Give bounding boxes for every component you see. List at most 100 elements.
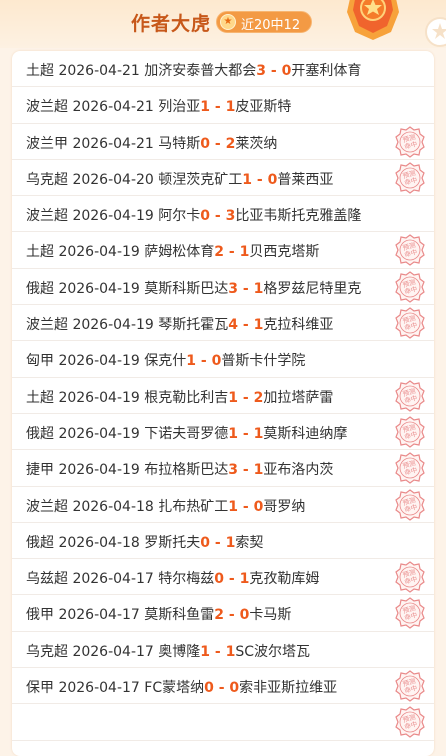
hit-stamp-icon: 预测命中 bbox=[395, 379, 425, 412]
away-team: 莫斯科迪纳摩 bbox=[263, 425, 348, 442]
away-team: 比亚韦斯托克雅盖隆 bbox=[235, 208, 362, 225]
hit-stamp-icon: 预测命中 bbox=[395, 416, 425, 448]
home-score: 2 bbox=[214, 607, 225, 624]
home-score: 3 bbox=[256, 63, 267, 79]
away-score: 1 bbox=[253, 425, 264, 442]
away-score: 1 bbox=[225, 643, 236, 660]
away-score: 1 bbox=[253, 280, 264, 297]
match-row[interactable]: 乌兹超 2026-04-17 特尔梅兹0 - 1克孜勒库姆 预测 命中 bbox=[12, 559, 434, 596]
away-team: 索契 bbox=[235, 534, 264, 551]
match-text: 俄超 2026-04-19 莫斯科斯巴达3 - 1格罗兹尼特里克 bbox=[26, 278, 361, 298]
decor-badge-icon bbox=[425, 17, 446, 47]
match-info: 俄超 2026-04-19 下诺夫哥罗德 bbox=[26, 425, 229, 442]
streak-label: 近20中12 bbox=[241, 18, 301, 33]
match-row[interactable]: 波兰超 2026-04-21 列治亚1 - 1皮亚斯特 bbox=[12, 87, 434, 124]
match-row[interactable]: 保甲 2026-04-17 FC蒙塔纳0 - 0索非亚斯拉维亚 预测 命中 bbox=[12, 668, 434, 705]
match-info: 俄超 2026-04-18 罗斯托夫 bbox=[26, 534, 201, 551]
match-row[interactable]: 土超 2026-04-21 加济安泰普大都会3 - 0开塞利体育 bbox=[12, 51, 434, 88]
score-separator: - bbox=[238, 498, 254, 515]
match-row[interactable]: 捷甲 2026-04-19 布拉格斯巴达3 - 1亚布洛内茨 预测 命中 bbox=[12, 450, 434, 487]
away-team: 皮亚斯特 bbox=[235, 99, 292, 116]
hit-stamp-icon: 预测命中 bbox=[395, 488, 425, 521]
match-row[interactable]: 波兰超 2026-04-18 扎布热矿工1 - 0哥罗纳 预测 命中 bbox=[12, 487, 434, 523]
match-info: 波兰超 2026-04-21 列治亚 bbox=[26, 99, 201, 116]
away-score: 0 bbox=[211, 353, 222, 370]
away-score: 1 bbox=[253, 317, 264, 334]
match-text: 乌克超 2026-04-20 顿涅茨克矿工1 - 0普莱西亚 bbox=[26, 169, 333, 189]
match-text: 土超 2026-04-19 萨姆松体育2 - 1贝西克塔斯 bbox=[26, 241, 319, 261]
match-row[interactable]: 俄超 2026-04-18 罗斯托夫0 - 1索契 bbox=[12, 523, 434, 560]
match-text: 匈甲 2026-04-19 保克什1 - 0普斯卡什学院 bbox=[26, 350, 305, 370]
score-separator: - bbox=[196, 353, 212, 370]
away-team: 开塞利体育 bbox=[291, 63, 362, 79]
hit-stamp-icon: 预测命中 bbox=[395, 670, 425, 702]
match-row[interactable]: 波兰甲 2026-04-21 马特斯0 - 2莱茨纳 预测 命中 bbox=[12, 124, 434, 160]
away-team: 普莱西亚 bbox=[277, 171, 334, 188]
match-text: 土超 2026-04-19 根克勒比利吉1 - 2加拉塔萨雷 bbox=[26, 387, 333, 407]
score-separator: - bbox=[210, 643, 226, 660]
home-score: 3 bbox=[228, 462, 239, 479]
away-score: 0 bbox=[229, 680, 240, 697]
match-text: 俄超 2026-04-19 下诺夫哥罗德1 - 1莫斯科迪纳摩 bbox=[26, 423, 347, 443]
away-team: 贝西克塔斯 bbox=[249, 244, 320, 261]
away-team: 克孜勒库姆 bbox=[249, 571, 320, 588]
home-score: 1 bbox=[228, 389, 239, 406]
away-score: 0 bbox=[239, 607, 250, 624]
home-score: 1 bbox=[228, 425, 239, 442]
home-score: 0 bbox=[204, 680, 214, 697]
away-team: 普斯卡什学院 bbox=[221, 353, 306, 370]
match-row[interactable]: 土超 2026-04-19 根克勒比利吉1 - 2加拉塔萨雷 预测 命中 bbox=[12, 378, 434, 414]
hit-stamp-icon: 预测命中 bbox=[395, 307, 425, 339]
score-separator: - bbox=[238, 389, 254, 406]
away-team: 格罗兹尼特里克 bbox=[263, 280, 362, 297]
match-text: 波兰超 2026-04-21 列治亚1 - 1皮亚斯特 bbox=[26, 96, 291, 116]
home-score: 1 bbox=[200, 99, 211, 116]
match-row[interactable]: 预测 命中 bbox=[12, 704, 434, 741]
match-info: 乌兹超 2026-04-17 特尔梅兹 bbox=[26, 571, 215, 588]
match-row[interactable]: 乌克超 2026-04-17 奥博隆1 - 1SC波尔塔瓦 bbox=[12, 632, 434, 669]
away-team: 克拉科维亚 bbox=[263, 317, 334, 334]
away-score: 0 bbox=[267, 171, 278, 188]
match-text: 俄甲 2026-04-17 莫斯科鱼雷2 - 0卡马斯 bbox=[26, 604, 291, 624]
hit-stamp-icon: 预测命中 bbox=[395, 234, 425, 267]
match-row[interactable]: 乌克超 2026-04-20 顿涅茨克矿工1 - 0普莱西亚 预测 命中 bbox=[12, 160, 434, 197]
away-team: 哥罗纳 bbox=[263, 498, 306, 515]
match-info: 波兰超 2026-04-19 琴斯托霍瓦 bbox=[26, 317, 229, 334]
match-text: 波兰超 2026-04-19 琴斯托霍瓦4 - 1克拉科维亚 bbox=[26, 314, 333, 334]
match-row[interactable]: 俄超 2026-04-19 莫斯科斯巴达3 - 1格罗兹尼特里克 预测 命中 bbox=[12, 269, 434, 306]
score-separator: - bbox=[224, 571, 240, 588]
match-text: 波兰甲 2026-04-21 马特斯0 - 2莱茨纳 bbox=[26, 133, 277, 153]
away-score: 0 bbox=[253, 498, 264, 515]
away-team: 加拉塔萨雷 bbox=[263, 389, 334, 406]
match-text: 捷甲 2026-04-19 布拉格斯巴达3 - 1亚布洛内茨 bbox=[26, 459, 333, 479]
match-text: 乌克超 2026-04-17 奥博隆1 - 1SC波尔塔瓦 bbox=[26, 641, 310, 661]
match-row[interactable]: 俄超 2026-04-19 下诺夫哥罗德1 - 1莫斯科迪纳摩 预测 命中 bbox=[12, 414, 434, 451]
away-team: 亚布洛内茨 bbox=[263, 462, 334, 479]
score-separator: - bbox=[238, 425, 254, 442]
match-text: 保甲 2026-04-17 FC蒙塔纳0 - 0索非亚斯拉维亚 bbox=[26, 677, 337, 697]
match-list: 土超 2026-04-21 加济安泰普大都会3 - 0开塞利体育 波兰超 2026… bbox=[12, 51, 434, 756]
match-info: 土超 2026-04-19 根克勒比利吉 bbox=[26, 389, 229, 406]
match-row[interactable]: 波兰超 2026-04-19 琴斯托霍瓦4 - 1克拉科维亚 预测 命中 bbox=[12, 305, 434, 342]
match-info: 匈甲 2026-04-19 保克什 bbox=[26, 353, 187, 370]
match-row[interactable]: 土超 2026-04-19 萨姆松体育2 - 1贝西克塔斯 预测 命中 bbox=[12, 232, 434, 269]
hit-stamp-icon: 预测命中 bbox=[395, 706, 425, 739]
match-info: 土超 2026-04-19 萨姆松体育 bbox=[26, 244, 215, 261]
star-icon: ★ bbox=[220, 14, 236, 30]
hit-stamp-icon: 预测命中 bbox=[395, 452, 425, 485]
away-score: 0 bbox=[281, 63, 292, 79]
score-separator: - bbox=[210, 99, 226, 116]
home-score: 1 bbox=[228, 498, 239, 515]
match-row[interactable]: 波兰超 2026-04-19 阿尔卡0 - 3比亚韦斯托克雅盖隆 bbox=[12, 196, 434, 233]
match-text: 波兰超 2026-04-18 扎布热矿工1 - 0哥罗纳 bbox=[26, 496, 305, 516]
match-row[interactable]: 匈甲 2026-04-19 保克什1 - 0普斯卡什学院 bbox=[12, 341, 434, 378]
match-text: 俄超 2026-04-18 罗斯托夫0 - 1索契 bbox=[26, 532, 263, 552]
home-score: 0 bbox=[200, 534, 211, 551]
home-score: 0 bbox=[200, 208, 211, 225]
match-row[interactable]: 俄甲 2026-04-17 莫斯科鱼雷2 - 0卡马斯 预测 命中 bbox=[12, 595, 434, 632]
away-team: 索非亚斯拉维亚 bbox=[239, 680, 338, 697]
match-info: 波兰甲 2026-04-21 马特斯 bbox=[26, 135, 201, 152]
away-score: 3 bbox=[225, 208, 236, 225]
score-separator: - bbox=[238, 462, 254, 479]
hit-stamp-icon: 预测命中 bbox=[395, 125, 425, 158]
